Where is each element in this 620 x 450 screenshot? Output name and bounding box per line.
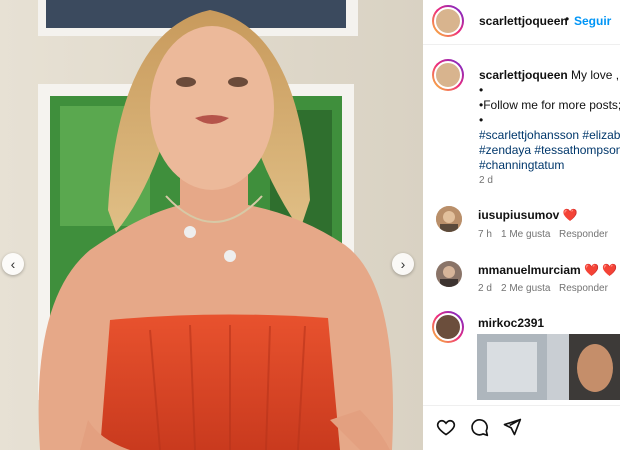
- caption-line-3: •: [479, 113, 484, 127]
- action-bar: [423, 405, 620, 450]
- hashtag-link[interactable]: #elizabe: [582, 128, 620, 142]
- comment-username[interactable]: mmanuelmurciam: [478, 263, 581, 277]
- chevron-left-icon: ‹: [10, 256, 16, 272]
- comment-button[interactable]: [468, 416, 490, 438]
- comment-3: mirkoc2391: [478, 316, 544, 330]
- comment-username[interactable]: iusupiusumov: [478, 208, 559, 222]
- post-side-panel: scarlettjoqueen • Seguir scarlettjoqueen…: [423, 0, 620, 450]
- avatar-image: [436, 206, 462, 232]
- comment-text: ❤️ ❤️ ❤️: [584, 263, 620, 277]
- comment-avatar[interactable]: [432, 311, 464, 343]
- caption-line-2: •Follow me for more posts;@: [479, 98, 620, 112]
- comment-2: mmanuelmurciam ❤️ ❤️ ❤️: [478, 263, 620, 277]
- hashtag-link[interactable]: #scarlettjohansson: [479, 128, 579, 142]
- hashtag-link[interactable]: #zendaya: [479, 143, 531, 157]
- paper-plane-icon: [503, 418, 522, 436]
- caption-avatar[interactable]: [432, 59, 464, 91]
- caption-body: My love , M: [571, 68, 620, 82]
- caption-text: scarlettjoqueen My love , M: [479, 68, 620, 82]
- comment-likes[interactable]: 1 Me gusta: [501, 229, 550, 240]
- caption-tags-3: #channingtatum: [479, 158, 564, 172]
- comment-time[interactable]: 7 h: [478, 229, 492, 240]
- follow-button[interactable]: Seguir: [574, 14, 611, 28]
- reply-button[interactable]: Responder: [559, 283, 608, 294]
- heart-outline-icon: [436, 419, 456, 436]
- comment-avatar[interactable]: [436, 261, 462, 287]
- comment-text: ❤️: [562, 208, 578, 222]
- carousel-next-button[interactable]: ›: [392, 253, 414, 275]
- caption-tags-1: #scarlettjohansson #elizabe: [479, 128, 620, 142]
- hashtag-link[interactable]: #channingtatum: [479, 158, 564, 172]
- comment-photo: [477, 334, 620, 400]
- comment-likes[interactable]: 2 Me gusta: [501, 283, 550, 294]
- post-media[interactable]: ‹ ›: [0, 0, 423, 450]
- comment-1: iusupiusumov ❤️: [478, 208, 578, 222]
- reply-button[interactable]: Responder: [559, 229, 608, 240]
- avatar-image: [436, 261, 462, 287]
- comment-bubble-icon: [471, 419, 489, 437]
- post-header: scarlettjoqueen • Seguir: [423, 0, 620, 45]
- like-button[interactable]: [435, 416, 457, 438]
- header-username[interactable]: scarlettjoqueen: [479, 14, 568, 28]
- caption-follow-text: •Follow me for more posts;: [479, 98, 620, 112]
- carousel-prev-button[interactable]: ‹: [2, 253, 24, 275]
- post-photo: [0, 0, 423, 450]
- share-button[interactable]: [501, 416, 523, 438]
- caption-time[interactable]: 2 d: [479, 175, 493, 186]
- caption-line-1: •: [479, 83, 484, 97]
- comment-avatar[interactable]: [436, 206, 462, 232]
- comment-username[interactable]: mirkoc2391: [478, 316, 544, 330]
- comment-image[interactable]: [477, 334, 620, 400]
- hashtag-link[interactable]: #tessathompson: [534, 143, 620, 157]
- chevron-right-icon: ›: [400, 256, 406, 272]
- comment-time[interactable]: 2 d: [478, 283, 492, 294]
- header-separator: •: [565, 12, 570, 26]
- caption-username[interactable]: scarlettjoqueen: [479, 68, 568, 82]
- caption-tags-2: #zendaya #tessathompson #: [479, 143, 620, 157]
- avatar[interactable]: [432, 5, 464, 37]
